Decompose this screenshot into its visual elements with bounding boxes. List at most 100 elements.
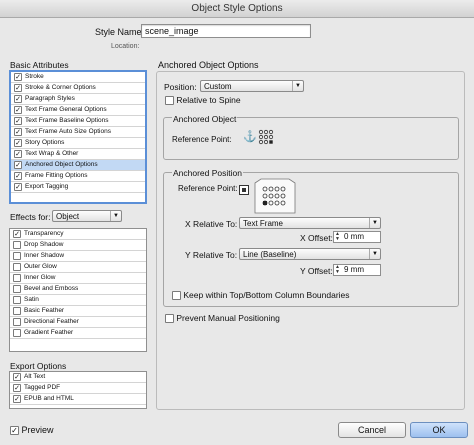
- keep-within-label: Keep within Top/Bottom Column Boundaries: [183, 290, 350, 300]
- list-item[interactable]: ✓ Story Options: [11, 138, 145, 149]
- basic-attributes-title: Basic Attributes: [10, 60, 69, 70]
- list-item-checkbox[interactable]: ✓: [14, 84, 22, 92]
- list-item-checkbox[interactable]: ✓: [13, 373, 21, 381]
- list-item[interactable]: ✓ Text Wrap & Other: [11, 149, 145, 160]
- list-item-label: Inner Shadow: [24, 252, 65, 259]
- x-offset-value: 0 mm: [344, 232, 364, 241]
- list-item[interactable]: Inner Shadow: [10, 251, 146, 262]
- list-item-label: Stroke: [25, 73, 44, 80]
- y-relative-to-select[interactable]: Line (Baseline) ▼: [239, 248, 381, 260]
- cancel-button[interactable]: Cancel: [338, 422, 406, 438]
- list-item[interactable]: ✓ Alt Text: [10, 372, 146, 383]
- list-item[interactable]: Drop Shadow: [10, 240, 146, 251]
- list-item-checkbox[interactable]: ✓: [13, 230, 21, 238]
- list-item[interactable]: ✓ Transparency: [10, 229, 146, 240]
- list-item-checkbox[interactable]: [13, 318, 21, 326]
- list-item-checkbox[interactable]: ✓: [14, 183, 22, 191]
- anchored-position-reference-point-grid[interactable]: [253, 177, 297, 215]
- preview-option[interactable]: ✓ Preview: [10, 425, 54, 436]
- list-item-checkbox[interactable]: [13, 285, 21, 293]
- list-item[interactable]: ✓ Text Frame General Options: [11, 105, 145, 116]
- relative-to-spine-label: Relative to Spine: [176, 95, 241, 105]
- keep-within-checkbox[interactable]: [172, 291, 181, 301]
- basic-attributes-list[interactable]: ✓ Stroke ✓ Stroke & Corner Options ✓ Paragrap…: [9, 70, 147, 204]
- list-item[interactable]: Satin: [10, 295, 146, 306]
- list-item[interactable]: Gradient Feather: [10, 328, 146, 339]
- list-item-checkbox[interactable]: [13, 307, 21, 315]
- list-item-checkbox[interactable]: ✓: [14, 128, 22, 136]
- export-options-title: Export Options: [10, 361, 67, 371]
- anchored-object-reference-point-grid[interactable]: [258, 129, 274, 145]
- relative-to-spine-checkbox[interactable]: [165, 96, 174, 106]
- anchored-position-reference-label: Reference Point:: [178, 184, 238, 193]
- list-item[interactable]: ✓ Frame Fitting Options: [11, 171, 145, 182]
- y-relative-to-label: Y Relative To:: [185, 250, 238, 260]
- x-offset-label: X Offset:: [300, 233, 333, 243]
- list-item-checkbox[interactable]: [13, 252, 21, 260]
- x-relative-to-select[interactable]: Text Frame ▼: [239, 217, 381, 229]
- list-item-checkbox[interactable]: ✓: [13, 384, 21, 392]
- list-item[interactable]: ✓ EPUB and HTML: [10, 394, 146, 405]
- list-item[interactable]: ✓ Export Tagging: [11, 182, 145, 193]
- y-offset-label: Y Offset:: [300, 266, 333, 276]
- list-item-checkbox[interactable]: ✓: [13, 395, 21, 403]
- x-offset-input[interactable]: ▲ ▼ 0 mm: [333, 231, 381, 243]
- list-item-label: Directional Feather: [24, 318, 79, 325]
- style-name-input[interactable]: scene_image: [141, 24, 311, 38]
- list-item-checkbox[interactable]: [13, 329, 21, 337]
- list-item-label: Tagged PDF: [24, 384, 61, 391]
- y-offset-value: 9 mm: [344, 265, 364, 274]
- preview-label: Preview: [21, 425, 54, 435]
- list-item-label: Basic Feather: [24, 307, 65, 314]
- list-item[interactable]: ✓ Text Frame Baseline Options: [11, 116, 145, 127]
- list-item-label: Alt Text: [24, 373, 46, 380]
- list-item-label: Text Frame Auto Size Options: [25, 128, 111, 135]
- list-item-checkbox[interactable]: ✓: [14, 172, 22, 180]
- stepper-arrows-icon[interactable]: ▲ ▼: [335, 232, 340, 242]
- y-offset-input[interactable]: ▲ ▼ 9 mm: [333, 264, 381, 276]
- list-item[interactable]: Outer Glow: [10, 262, 146, 273]
- list-item-checkbox[interactable]: ✓: [14, 106, 22, 114]
- list-item-checkbox[interactable]: [13, 241, 21, 249]
- list-item[interactable]: ✓ Stroke: [11, 72, 145, 83]
- list-item[interactable]: Basic Feather: [10, 306, 146, 317]
- list-item-label: Bevel and Emboss: [24, 285, 79, 292]
- anchored-object-title: Anchored Object: [172, 114, 238, 124]
- list-item-checkbox[interactable]: ✓: [14, 117, 22, 125]
- preview-checkbox[interactable]: ✓: [10, 426, 19, 436]
- relative-to-spine-option[interactable]: Relative to Spine: [165, 95, 241, 106]
- list-item-checkbox[interactable]: [13, 274, 21, 282]
- list-item[interactable]: Inner Glow: [10, 273, 146, 284]
- list-item[interactable]: Bevel and Emboss: [10, 284, 146, 295]
- export-options-list[interactable]: ✓ Alt Text ✓ Tagged PDF ✓ EPUB and HTML: [9, 371, 147, 409]
- list-item-label: Transparency: [24, 230, 64, 237]
- effects-for-select[interactable]: Object ▼: [52, 210, 122, 222]
- list-item[interactable]: ✓ Text Frame Auto Size Options: [11, 127, 145, 138]
- position-select[interactable]: Custom ▼: [200, 80, 304, 92]
- position-value: Custom: [204, 82, 232, 91]
- y-relative-to-value: Line (Baseline): [243, 250, 297, 259]
- anchored-options-title: Anchored Object Options: [158, 60, 259, 70]
- list-item[interactable]: ✓ Tagged PDF: [10, 383, 146, 394]
- list-item-checkbox[interactable]: ✓: [14, 95, 22, 103]
- effects-list[interactable]: ✓ Transparency Drop Shadow Inner Shadow Oute…: [9, 228, 147, 352]
- ok-button[interactable]: OK: [410, 422, 468, 438]
- list-item-label: Text Frame General Options: [25, 106, 107, 113]
- list-item-checkbox[interactable]: ✓: [14, 161, 22, 169]
- list-item-label: Text Wrap & Other: [25, 150, 79, 157]
- list-item-checkbox[interactable]: [13, 296, 21, 304]
- effects-for-label: Effects for:: [10, 212, 51, 222]
- keep-within-option[interactable]: Keep within Top/Bottom Column Boundaries: [172, 290, 350, 301]
- list-item-checkbox[interactable]: ✓: [14, 73, 22, 81]
- list-item[interactable]: ✓ Stroke & Corner Options: [11, 83, 145, 94]
- prevent-manual-option[interactable]: Prevent Manual Positioning: [165, 313, 280, 324]
- stepper-arrows-icon[interactable]: ▲ ▼: [335, 265, 340, 275]
- list-item[interactable]: Directional Feather: [10, 317, 146, 328]
- list-item-checkbox[interactable]: ✓: [14, 139, 22, 147]
- list-item-checkbox[interactable]: ✓: [14, 150, 22, 158]
- list-item[interactable]: ✓ Paragraph Styles: [11, 94, 145, 105]
- prevent-manual-checkbox[interactable]: [165, 314, 174, 324]
- list-item-checkbox[interactable]: [13, 263, 21, 271]
- style-name-label: Style Name:: [95, 27, 145, 37]
- list-item[interactable]: ✓ Anchored Object Options: [11, 160, 145, 171]
